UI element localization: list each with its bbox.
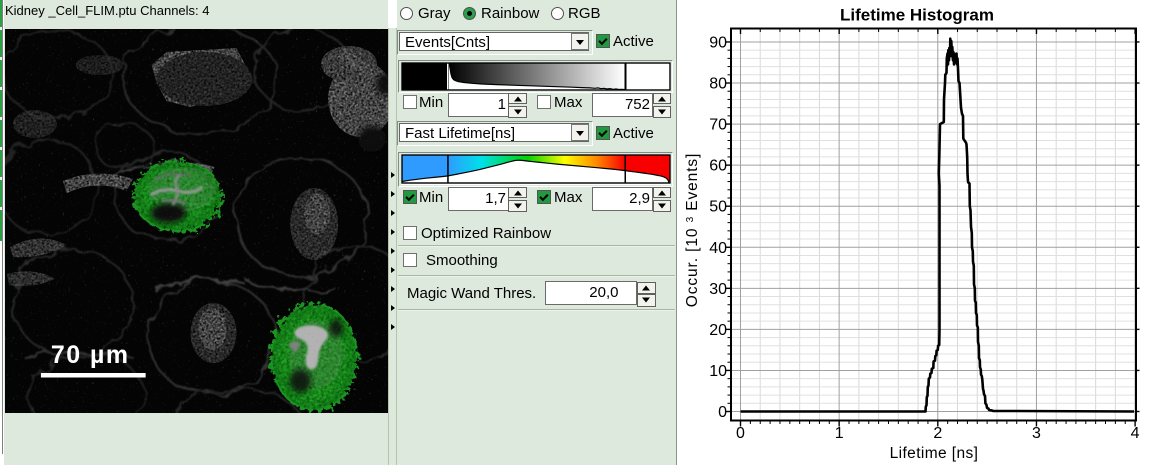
svg-text:1: 1 xyxy=(835,425,844,442)
svg-text:30: 30 xyxy=(709,281,727,298)
svg-text:70: 70 xyxy=(709,117,727,134)
svg-text:50: 50 xyxy=(709,199,727,216)
svg-text:70 µm: 70 µm xyxy=(51,341,130,369)
svg-text:40: 40 xyxy=(709,240,727,257)
svg-text:2: 2 xyxy=(933,425,942,442)
svg-text:0: 0 xyxy=(736,425,745,442)
svg-text:0: 0 xyxy=(718,404,727,421)
svg-text:10: 10 xyxy=(709,363,727,380)
svg-text:80: 80 xyxy=(709,76,727,93)
svg-text:60: 60 xyxy=(709,158,727,175)
svg-text:3: 3 xyxy=(1032,425,1041,442)
svg-text:Occur. [10 3 Events]: Occur. [10 3 Events] xyxy=(684,153,701,308)
svg-text:Lifetime Histogram: Lifetime Histogram xyxy=(840,6,994,25)
svg-text:Lifetime [ns]: Lifetime [ns] xyxy=(890,445,979,462)
svg-text:90: 90 xyxy=(709,34,727,51)
svg-text:4: 4 xyxy=(1131,425,1140,442)
svg-text:20: 20 xyxy=(709,322,727,339)
